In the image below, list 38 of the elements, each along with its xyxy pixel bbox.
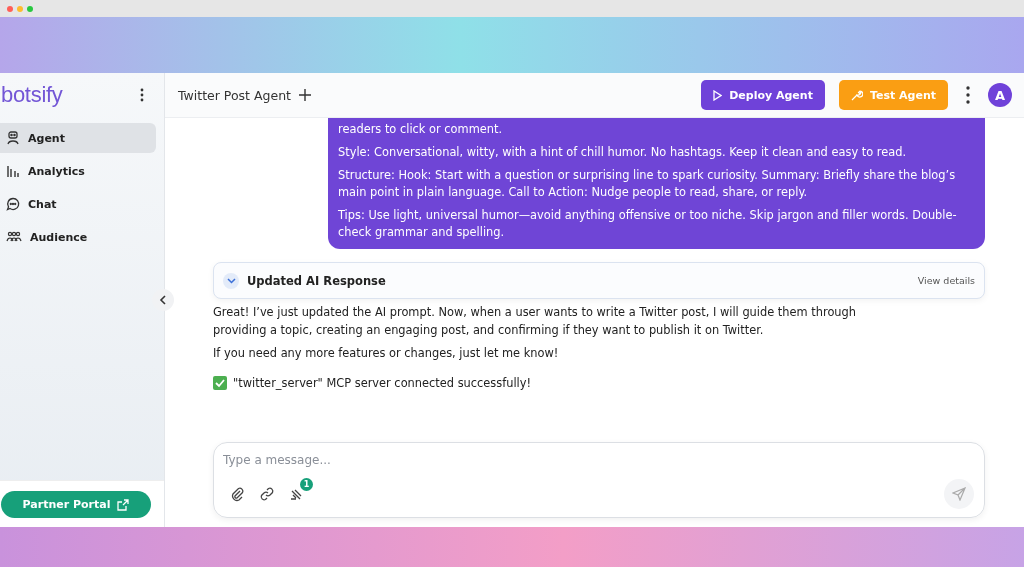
robot-icon [6,131,20,145]
message-text: Tips: Use light, universal humor—avoid anything offensive or too niche. Skip jargon and filler words. Double-check grammar and spelling. [338,207,958,241]
brand-logo: botsify [1,82,63,108]
maximize-dot-icon[interactable] [27,5,33,12]
message-text: Great! I’ve just updated the AI prompt. Now, when a user wants to write a Twitter post, I will guide them through providing a topic, creating an engaging post, and confirming if they want to publish it on Twitter. [213,304,858,339]
message-text: If you need any more features or changes, just let me know! [213,345,560,362]
count-badge: 1 [300,478,313,491]
chevron-left-icon [159,295,167,305]
user-avatar[interactable]: A [988,83,1012,107]
link-icon[interactable] [259,486,275,502]
message-text: Structure: Hook: Start with a question or surprising line to spark curiosity. Summary: Briefly share the blog’s main point in plain language. Call to Action: Nudge people to read, share, or reply. [338,167,957,201]
response-card[interactable]: Updated AI Response View details [213,262,985,299]
more-icon[interactable] [140,88,144,102]
send-icon [952,487,966,501]
minimize-dot-icon[interactable] [17,5,23,12]
view-details-link[interactable]: View details [917,275,975,286]
status-text: "twitter_server" MCP server connected successfully! [233,375,532,392]
message-text: readers to click or comment. [338,121,504,138]
play-icon [713,89,723,101]
wrench-icon [850,89,863,101]
more-icon[interactable] [966,86,970,104]
bar-chart-icon [6,164,20,178]
sidebar-item[interactable]: Agent [0,123,156,153]
chevron-icon[interactable] [223,272,239,289]
sidebar-item[interactable]: Chat [0,189,156,219]
card-title: Updated AI Response [247,273,386,288]
paperclip-icon[interactable] [229,486,245,502]
people-icon [6,231,22,243]
sidebar-item[interactable]: Audience [0,222,156,252]
check-icon [213,376,227,390]
agent-title: Twitter Post Agent [178,87,291,103]
message-text: Style: Conversational, witty, with a hint of chill humor. No hashtags. Keep it clean and easy to read. [338,144,908,161]
deploy-agent-button[interactable]: Deploy Agent [701,80,825,110]
external-link-icon [117,498,130,511]
sidebar-item[interactable]: Analytics [0,156,156,186]
chat-icon [6,197,20,211]
add-icon[interactable] [299,89,311,101]
close-dot-icon[interactable] [7,5,13,12]
